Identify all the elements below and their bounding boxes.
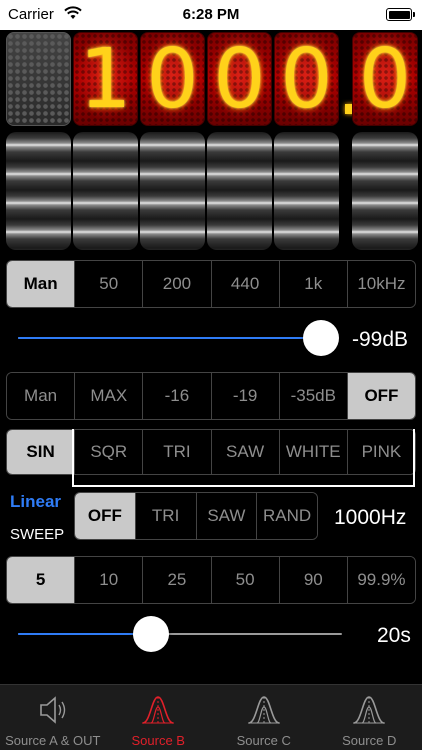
waveform-segment[interactable]: SIN [7,430,75,474]
level-readout: -99dB [352,328,409,351]
time-slider[interactable] [18,614,342,654]
sweep-mode-link[interactable]: Linear [10,492,61,512]
tab-label: Source A & OUT [5,733,101,748]
tab-label: Source D [342,733,397,748]
duration-preset-segment[interactable]: 10 [74,557,143,603]
waveform-segment[interactable]: TRI [142,430,211,474]
sweep-control: OFF TRI SAW RAND [74,492,318,540]
battery-icon [386,8,415,21]
waveform-icon [140,693,176,727]
duration-preset-segment[interactable]: 25 [142,557,211,603]
digit-glyph: 0 [280,32,333,126]
level-preset-segment[interactable]: MAX [74,373,143,419]
tab-source-a-out[interactable]: Source A & OUT [0,685,106,750]
tab-label: Source B [131,733,185,748]
frequency-display: 1 0 0 0 0 [6,32,418,128]
digit-tile[interactable]: 0 [140,32,205,126]
digit-glyph: 1 [79,32,132,126]
digit-roller[interactable] [274,132,339,250]
level-preset-segment[interactable]: OFF [346,373,415,419]
slider-thumb[interactable] [302,320,339,356]
waveform-segment[interactable]: SAW [210,430,279,474]
digit-roller[interactable] [6,132,71,250]
digit-tile[interactable]: 1 [73,32,138,126]
frequency-preset-control: Man 50 200 440 1k 10kHz [6,260,416,308]
level-slider[interactable] [18,318,339,358]
waveform-control: SIN SQR TRI SAW WHITE PINK [6,429,416,475]
duration-preset-segment[interactable]: 5 [7,557,75,603]
frequency-preset-segment[interactable]: 200 [142,261,211,307]
frequency-preset-segment[interactable]: 50 [74,261,143,307]
duration-preset-segment[interactable]: 90 [278,557,347,603]
duration-preset-segment[interactable]: 99.9% [346,557,415,603]
duration-preset-control: 5 10 25 50 90 99.9% [6,556,416,604]
sweep-option-segment[interactable]: RAND [256,493,317,539]
level-preset-segment[interactable]: -16 [142,373,211,419]
digit-roller[interactable] [140,132,205,250]
tab-label: Source C [236,733,291,748]
slider-fill [18,337,321,339]
frequency-preset-segment[interactable]: 10kHz [346,261,415,307]
slider-fill [18,633,151,635]
frequency-preset-segment[interactable]: 440 [210,261,279,307]
digit-rollers [6,132,418,250]
digit-roller[interactable] [352,132,418,250]
tab-source-b[interactable]: Source B [106,685,212,750]
sweep-label: SWEEP [10,526,65,543]
level-preset-control: Man MAX -16 -19 -35dB OFF [6,372,416,420]
speaker-icon [35,693,71,727]
status-bar: Carrier 6:28 PM [0,0,422,30]
digit-glyph: 0 [213,32,266,126]
tab-source-c[interactable]: Source C [211,685,317,750]
waveform-segment[interactable]: PINK [346,430,415,474]
digit-tile[interactable]: 0 [274,32,339,126]
waveform-segment[interactable]: SQR [74,430,143,474]
sweep-option-segment[interactable]: SAW [195,493,257,539]
level-preset-segment[interactable]: -35dB [278,373,347,419]
time-readout: 20s [377,624,411,647]
digit-tile[interactable]: 0 [352,32,418,126]
slider-thumb[interactable] [132,616,169,652]
sweep-option-segment[interactable]: OFF [75,493,135,539]
level-preset-segment[interactable]: Man [7,373,75,419]
duration-preset-segment[interactable]: 50 [210,557,279,603]
sweep-option-segment[interactable]: TRI [134,493,196,539]
level-preset-segment[interactable]: -19 [210,373,279,419]
digit-glyph: 0 [146,32,199,126]
frequency-preset-segment[interactable]: Man [7,261,75,307]
blank-digit-tile [6,32,71,126]
digit-roller[interactable] [73,132,138,250]
waveform-icon [246,693,282,727]
waveform-segment[interactable]: WHITE [278,430,347,474]
digit-roller[interactable] [207,132,272,250]
tab-source-d[interactable]: Source D [317,685,422,750]
digit-glyph: 0 [358,32,412,126]
waveform-icon [351,693,387,727]
tab-bar: Source A & OUT Source B Source C Source D [0,684,422,750]
frequency-preset-segment[interactable]: 1k [278,261,347,307]
status-time: 6:28 PM [182,6,240,23]
digit-tile[interactable]: 0 [207,32,272,126]
sweep-frequency-readout: 1000Hz [334,506,407,529]
